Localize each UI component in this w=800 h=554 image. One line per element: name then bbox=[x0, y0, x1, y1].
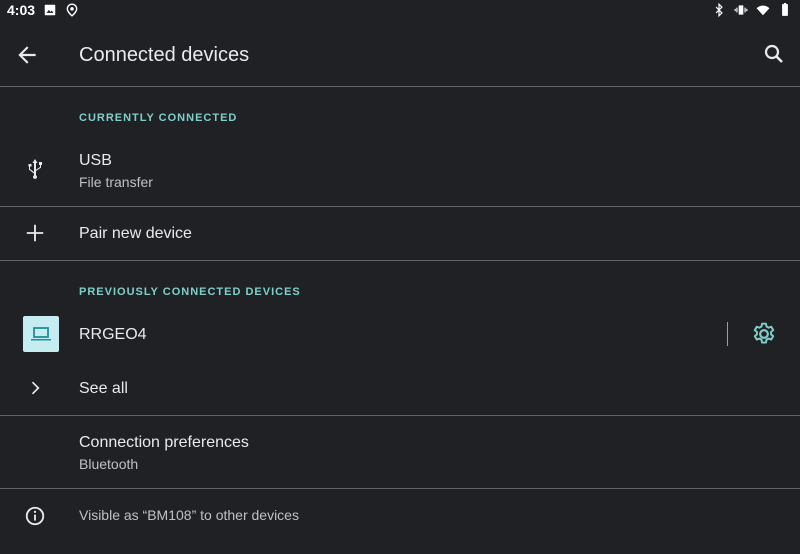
page-title: Connected devices bbox=[79, 44, 250, 66]
see-all-label: See all bbox=[79, 380, 128, 397]
status-bar: 4:03 bbox=[0, 0, 800, 20]
app-bar: Connected devices bbox=[0, 24, 800, 86]
vertical-separator bbox=[727, 322, 728, 346]
battery-icon bbox=[782, 3, 788, 16]
footer-row: Visible as “BM108” to other devices bbox=[0, 489, 800, 549]
section-header-previously-connected: PREVIOUSLY CONNECTED DEVICES bbox=[79, 286, 301, 298]
add-icon bbox=[22, 220, 48, 246]
bluetooth-icon bbox=[715, 3, 723, 17]
vibrate-icon bbox=[734, 5, 748, 15]
pair-new-device-row[interactable]: Pair new device bbox=[0, 207, 800, 260]
usb-row[interactable]: USB File transfer bbox=[0, 140, 800, 206]
info-icon bbox=[22, 503, 48, 529]
connection-preferences-row[interactable]: Connection preferences Bluetooth bbox=[0, 416, 800, 488]
device-row-rrgeo4[interactable]: RRGEO4 bbox=[0, 310, 800, 358]
visibility-text: Visible as “BM108” to other devices bbox=[79, 507, 299, 523]
image-icon bbox=[44, 4, 56, 16]
usb-subtitle: File transfer bbox=[79, 174, 153, 190]
usb-icon bbox=[22, 156, 48, 182]
usb-title: USB bbox=[79, 152, 112, 169]
status-time: 4:03 bbox=[7, 2, 36, 18]
see-all-row[interactable]: See all bbox=[0, 362, 800, 414]
back-arrow-icon[interactable] bbox=[14, 42, 40, 68]
device-name: RRGEO4 bbox=[79, 326, 147, 343]
wifi-icon bbox=[756, 5, 770, 16]
pair-new-device-label: Pair new device bbox=[79, 225, 192, 242]
divider bbox=[0, 260, 800, 261]
connection-preferences-title: Connection preferences bbox=[79, 434, 249, 451]
search-icon[interactable] bbox=[762, 42, 786, 66]
laptop-icon bbox=[23, 316, 59, 352]
section-header-currently-connected: CURRENTLY CONNECTED bbox=[79, 112, 238, 124]
chevron-right-icon bbox=[22, 375, 48, 401]
status-left: 4:03 bbox=[0, 2, 79, 18]
divider bbox=[0, 86, 800, 87]
location-icon bbox=[66, 3, 78, 17]
status-right bbox=[712, 3, 800, 17]
connection-preferences-subtitle: Bluetooth bbox=[79, 456, 139, 472]
gear-icon[interactable] bbox=[751, 321, 777, 347]
